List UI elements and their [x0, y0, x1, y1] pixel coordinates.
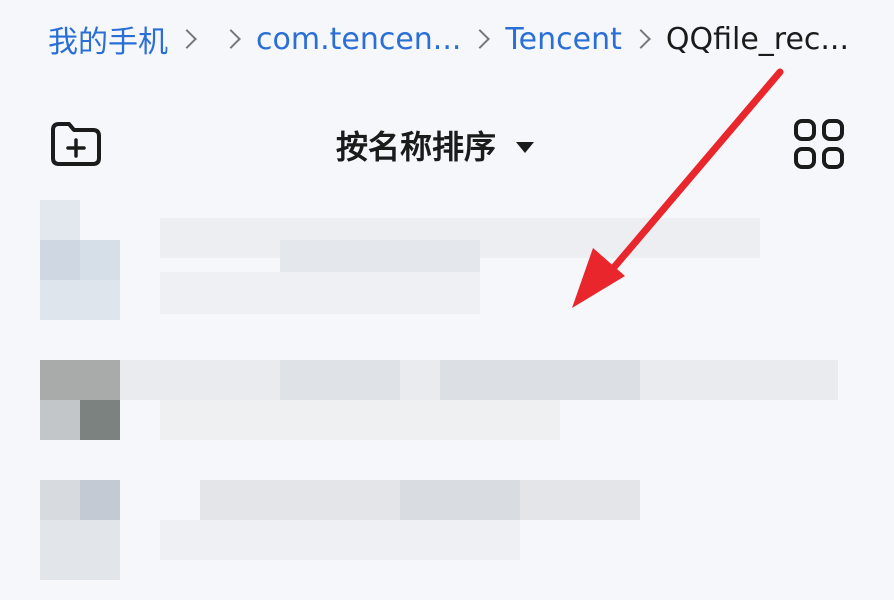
chevron-right-icon [630, 29, 651, 49]
file-name-blurred [400, 480, 520, 520]
breadcrumb-item-qqfile-recv: QQfile_rec... [665, 21, 850, 57]
file-thumbnail [40, 240, 80, 280]
chevron-right-icon [177, 29, 197, 49]
file-thumbnail [80, 480, 120, 520]
file-meta-blurred [160, 400, 560, 440]
file-name-blurred [280, 360, 400, 400]
folder-plus-icon [51, 122, 101, 166]
list-item[interactable] [38, 480, 858, 600]
file-thumbnail [40, 400, 80, 440]
file-name-blurred [440, 360, 640, 400]
grid-view-icon [794, 119, 844, 169]
breadcrumb-item-com-tencent[interactable]: com.tencen... [256, 22, 461, 57]
file-thumbnail [80, 400, 120, 440]
file-meta-blurred [160, 272, 480, 314]
sort-label: 按名称排序 [336, 128, 497, 166]
file-thumbnail [40, 280, 120, 320]
file-thumbnail [80, 240, 120, 280]
chevron-right-icon [470, 29, 491, 49]
file-meta-blurred [160, 520, 520, 560]
toolbar: 按名称排序 [0, 110, 894, 180]
file-thumbnail [40, 200, 80, 240]
breadcrumb: 我的手机 com.tencen... Tencent QQfile_rec... [48, 14, 878, 64]
list-item[interactable] [38, 200, 858, 320]
new-folder-button[interactable] [48, 120, 104, 168]
file-thumbnail [40, 520, 120, 580]
breadcrumb-item-my-phone[interactable]: 我的手机 [48, 17, 168, 61]
view-toggle-button[interactable] [793, 118, 845, 170]
list-item[interactable] [38, 360, 858, 480]
sort-dropdown[interactable]: 按名称排序 [336, 120, 535, 170]
caret-down-icon [516, 141, 535, 153]
file-list [0, 195, 894, 580]
file-thumbnail [40, 360, 120, 400]
breadcrumb-item-tencent[interactable]: Tencent [505, 22, 621, 57]
chevron-right-icon [221, 29, 241, 49]
